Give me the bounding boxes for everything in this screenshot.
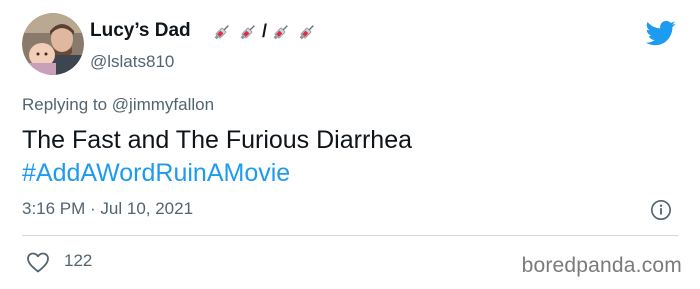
syringe-icon <box>214 24 229 39</box>
heart-icon[interactable] <box>26 251 50 273</box>
like-count: 122 <box>64 251 93 270</box>
avatar-photo <box>22 13 84 75</box>
tweet-card: Lucy’s Dad / @lslats810 Replying to @jim… <box>0 0 700 289</box>
syringe-icon <box>299 24 314 39</box>
reply-context: Replying to @jimmyfallon <box>22 95 214 115</box>
display-name[interactable]: Lucy’s Dad <box>90 20 191 42</box>
name-separator: / <box>262 21 268 41</box>
name-emoji-row: / <box>212 21 317 42</box>
watermark: boredpanda.com <box>521 254 682 277</box>
twitter-bird-icon[interactable] <box>646 18 676 48</box>
syringe-icon <box>273 24 288 39</box>
tweet-text: The Fast and The Furious Diarrhea #AddAW… <box>22 124 412 190</box>
reply-mention-link[interactable]: @jimmyfallon <box>112 95 214 114</box>
info-icon[interactable] <box>650 199 672 221</box>
tweet-timestamp[interactable]: 3:16 PM · Jul 10, 2021 <box>22 199 193 219</box>
avatar[interactable] <box>22 13 84 75</box>
syringe-icon <box>240 24 255 39</box>
divider <box>22 235 678 236</box>
reply-prefix: Replying to <box>22 95 108 114</box>
hashtag-link[interactable]: #AddAWordRuinAMovie <box>22 157 412 190</box>
tweet-body: The Fast and The Furious Diarrhea <box>22 126 413 154</box>
user-handle[interactable]: @lslats810 <box>90 52 174 72</box>
